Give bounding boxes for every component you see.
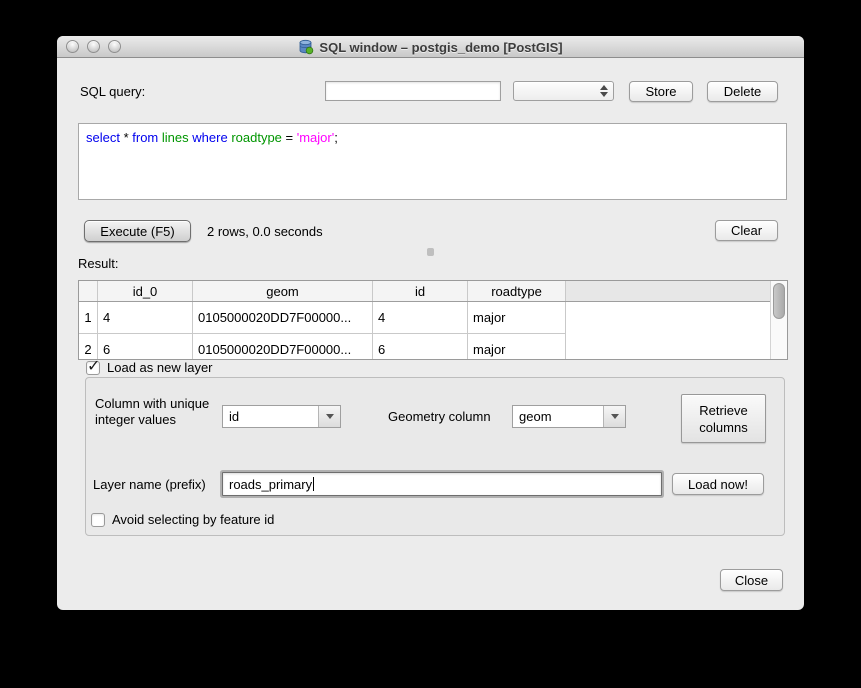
text-caret	[313, 477, 314, 491]
column-header-roadtype[interactable]: roadtype	[468, 281, 566, 301]
sql-token: select	[86, 130, 120, 145]
table-cell[interactable]: major	[468, 302, 566, 334]
execute-button[interactable]: Execute (F5)	[84, 220, 191, 242]
result-body: 140105000020DD7F00000...4major2601050000…	[79, 302, 770, 359]
saved-query-select[interactable]	[513, 81, 614, 101]
table-scrollbar[interactable]	[770, 281, 787, 359]
result-header: id_0geomidroadtype	[79, 281, 770, 302]
database-icon	[298, 39, 314, 55]
column-header-geom[interactable]: geom	[193, 281, 373, 301]
sql-window: SQL window – postgis_demo [PostGIS] SQL …	[57, 36, 804, 610]
sql-token: 'major'	[297, 130, 334, 145]
column-header-id[interactable]: id	[373, 281, 468, 301]
checkbox-box[interactable]: ✓	[91, 513, 105, 527]
table-cell[interactable]: 0105000020DD7F00000...	[193, 302, 373, 334]
layer-name-input[interactable]: roads_primary	[222, 472, 662, 496]
header-filler	[566, 281, 770, 301]
geometry-column-label: Geometry column	[388, 409, 491, 424]
store-button[interactable]: Store	[629, 81, 693, 102]
cursor-artifact	[427, 248, 434, 256]
row-number: 1	[79, 302, 98, 334]
column-header-id_0[interactable]: id_0	[98, 281, 193, 301]
query-name-input[interactable]	[325, 81, 501, 101]
stepper-arrows-icon	[600, 82, 608, 100]
sql-token: where	[192, 130, 227, 145]
sql-token: ;	[334, 130, 338, 145]
sql-token: lines	[162, 130, 189, 145]
table-cell[interactable]: major	[468, 334, 566, 359]
unique-column-value: id	[229, 409, 239, 424]
table-cell[interactable]: 0105000020DD7F00000...	[193, 334, 373, 359]
avoid-feature-id-checkbox[interactable]: ✓ Avoid selecting by feature id	[91, 512, 274, 527]
close-button[interactable]: Close	[720, 569, 783, 591]
dropdown-arrow-icon[interactable]	[603, 406, 625, 427]
delete-button[interactable]: Delete	[707, 81, 778, 102]
checkbox-box[interactable]: ✓	[86, 361, 100, 375]
load-as-new-layer-checkbox[interactable]: ✓ Load as new layer	[86, 360, 213, 375]
sql-text: select * from lines where roadtype = 'ma…	[86, 130, 779, 145]
dropdown-arrow-icon[interactable]	[318, 406, 340, 427]
sql-editor[interactable]: select * from lines where roadtype = 'ma…	[78, 123, 787, 200]
clear-button[interactable]: Clear	[715, 220, 778, 241]
retrieve-columns-button[interactable]: Retrieve columns	[681, 394, 766, 443]
row-filler	[566, 334, 770, 359]
table-cell[interactable]: 4	[373, 302, 468, 334]
sql-query-label: SQL query:	[80, 84, 145, 99]
load-as-new-layer-label: Load as new layer	[107, 360, 213, 375]
result-table[interactable]: id_0geomidroadtype 140105000020DD7F00000…	[78, 280, 788, 360]
table-row[interactable]: 260105000020DD7F00000...6major	[79, 334, 770, 359]
screenshot-stage: SQL window – postgis_demo [PostGIS] SQL …	[0, 0, 861, 688]
table-row[interactable]: 140105000020DD7F00000...4major	[79, 302, 770, 334]
result-label: Result:	[78, 256, 118, 271]
sql-token: =	[282, 130, 297, 145]
table-cell[interactable]: 4	[98, 302, 193, 334]
unique-column-label: Column with unique integer values	[95, 396, 209, 428]
unique-column-select[interactable]: id	[222, 405, 341, 428]
table-cell[interactable]: 6	[98, 334, 193, 359]
geometry-column-value: geom	[519, 409, 552, 424]
load-now-button[interactable]: Load now!	[672, 473, 764, 495]
status-text: 2 rows, 0.0 seconds	[207, 224, 323, 239]
sql-token: from	[132, 130, 158, 145]
row-number-header	[79, 281, 98, 301]
scrollbar-thumb[interactable]	[773, 283, 785, 319]
layer-name-label: Layer name (prefix)	[93, 477, 206, 492]
row-filler	[566, 302, 770, 334]
geometry-column-select[interactable]: geom	[512, 405, 626, 428]
table-cell[interactable]: 6	[373, 334, 468, 359]
sql-token: *	[120, 130, 132, 145]
sql-token: roadtype	[231, 130, 282, 145]
layer-name-value: roads_primary	[229, 477, 312, 492]
title-bar[interactable]: SQL window – postgis_demo [PostGIS]	[57, 36, 804, 58]
avoid-feature-id-label: Avoid selecting by feature id	[112, 512, 274, 527]
window-title: SQL window – postgis_demo [PostGIS]	[319, 40, 562, 55]
